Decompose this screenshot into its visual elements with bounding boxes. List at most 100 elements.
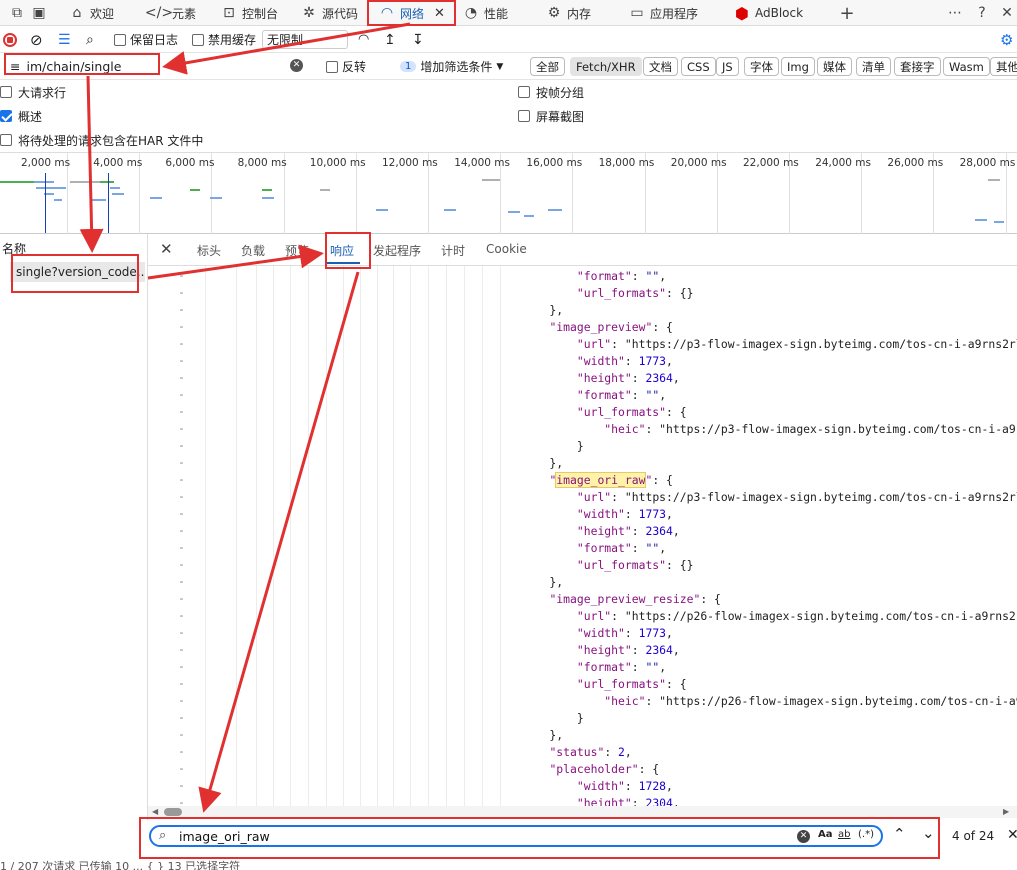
timeline-request-bar xyxy=(262,189,272,191)
timeline-dcl-marker xyxy=(45,173,46,233)
tab-application[interactable]: ▭ 应用程序 xyxy=(628,2,698,24)
preserve-log-checkbox[interactable]: 保留日志 xyxy=(114,30,178,49)
request-list: 名称 single?version_code... xyxy=(0,234,148,820)
tab-performance[interactable]: ◔ 性能 xyxy=(462,2,508,24)
code-line: "format": "", xyxy=(576,660,667,674)
timeline-tick-label: 4,000 ms xyxy=(93,157,143,169)
tab-console[interactable]: ⊡ 控制台 xyxy=(220,2,278,24)
tab-timing[interactable]: 计时 xyxy=(441,242,465,259)
network-toolbar: ⊘ ☰ ⌕ 保留日志 禁用缓存 无限制 ◠ ↥ ↧ ⚙ xyxy=(0,26,1017,53)
toggle-device-icon[interactable]: ⧉ xyxy=(8,2,26,24)
timeline-request-bar xyxy=(210,197,222,199)
more-menu-icon[interactable]: ⋯ xyxy=(946,2,964,24)
settings-gear-icon[interactable]: ⚙ xyxy=(1000,30,1013,49)
line-marker: - xyxy=(178,795,185,806)
code-line: "format": "", xyxy=(576,269,667,283)
filter-type-doc[interactable]: 文档 xyxy=(643,57,678,76)
timeline-request-bar xyxy=(112,193,124,195)
timeline-request-bar xyxy=(190,189,200,191)
scrollbar-thumb[interactable] xyxy=(164,808,182,816)
code-line: "height": 2364, xyxy=(576,643,680,657)
line-marker: - xyxy=(178,761,185,775)
throttle-select[interactable]: 无限制 xyxy=(262,30,348,49)
tab-payload[interactable]: 负载 xyxy=(241,242,265,259)
response-code-view[interactable]: - "format": "", - "url_formats": {} - }, - … xyxy=(148,266,1017,806)
tab-sources[interactable]: ✲ 源代码 xyxy=(300,2,358,24)
timeline-request-bar xyxy=(508,211,520,213)
code-gutter-guide xyxy=(393,266,394,806)
line-marker: - xyxy=(178,506,185,520)
add-tab-button[interactable]: + xyxy=(838,2,856,24)
disable-cache-checkbox[interactable]: 禁用缓存 xyxy=(192,30,256,49)
large-rows-checkbox[interactable]: 大请求行 xyxy=(0,82,66,102)
network-overview-timeline[interactable]: 2,000 ms 4,000 ms 6,000 ms 8,000 ms 10,000 m… xyxy=(0,152,1017,235)
overview-checkbox[interactable]: 概述 xyxy=(0,106,42,126)
code-line: }, xyxy=(522,575,564,589)
line-marker: - xyxy=(178,455,185,469)
search-icon[interactable]: ⌕ xyxy=(86,30,94,49)
timeline-request-bar xyxy=(975,219,987,221)
tab-headers[interactable]: 标头 xyxy=(197,242,221,259)
close-detail-icon[interactable]: ✕ xyxy=(160,240,173,258)
code-gutter-guide xyxy=(500,266,501,806)
invert-checkbox[interactable]: 反转 xyxy=(326,57,366,76)
bug-icon: ✲ xyxy=(303,5,315,21)
filter-type-socket[interactable]: 套接字 xyxy=(894,57,941,76)
line-marker: - xyxy=(178,778,185,792)
line-marker: - xyxy=(178,659,185,673)
filter-type-css[interactable]: CSS xyxy=(681,57,716,76)
filter-type-fetch-xhr[interactable]: Fetch/XHR xyxy=(570,57,642,76)
tab-welcome[interactable]: ⌂ 欢迎 xyxy=(68,2,114,24)
filter-type-other[interactable]: 其他 xyxy=(990,57,1017,76)
screenshots-checkbox[interactable]: 屏幕截图 xyxy=(518,106,584,126)
tab-initiator[interactable]: 发起程序 xyxy=(373,242,421,259)
timeline-request-bar xyxy=(70,181,100,183)
tab-cookies[interactable]: Cookie xyxy=(486,242,527,256)
filter-icon[interactable]: ☰ xyxy=(58,30,71,49)
code-gutter-guide xyxy=(205,266,206,806)
timeline-load-marker xyxy=(108,173,109,233)
timeline-request-bar xyxy=(320,189,330,191)
group-by-frame-checkbox[interactable]: 按帧分组 xyxy=(518,82,584,102)
filter-type-font[interactable]: 字体 xyxy=(744,57,779,76)
timeline-request-bar xyxy=(150,197,162,199)
filter-type-all[interactable]: 全部 xyxy=(530,57,565,76)
filter-type-manifest[interactable]: 清单 xyxy=(856,57,891,76)
filter-count-badge: 1 xyxy=(400,61,417,72)
tab-adblock[interactable]: ⬢ AdBlock xyxy=(733,2,803,24)
timeline-request-bar xyxy=(34,181,54,183)
filter-type-media[interactable]: 媒体 xyxy=(817,57,852,76)
app-icon: ▭ xyxy=(630,5,644,21)
code-line: "heic": "https://p26-flow-imagex-sign.by… xyxy=(604,694,1017,708)
clear-button[interactable]: ⊘ xyxy=(30,30,43,49)
upload-icon[interactable]: ↥ xyxy=(384,30,396,49)
help-icon[interactable]: ? xyxy=(973,2,991,24)
filter-type-img[interactable]: Img xyxy=(781,57,815,76)
code-line: }, xyxy=(522,728,564,742)
clear-filter-icon[interactable]: ✕ xyxy=(290,59,303,72)
home-icon: ⌂ xyxy=(72,5,82,21)
code-line: "height": 2364, xyxy=(576,371,680,385)
code-line: "url": "https://p3-flow-imagex-sign.byte… xyxy=(576,337,1017,351)
timeline-request-bar xyxy=(0,181,34,183)
download-icon[interactable]: ↧ xyxy=(412,30,424,49)
more-filters-dropdown[interactable]: 1 增加筛选条件 ▼ xyxy=(400,57,503,76)
code-line: "width": 1773, xyxy=(576,507,673,521)
memory-icon: ⚙ xyxy=(547,5,561,21)
code-line: }, xyxy=(522,303,564,317)
code-line: "heic": "https://p3-flow-imagex-sign.byt… xyxy=(604,422,1017,436)
network-conditions-icon[interactable]: ◠ xyxy=(358,30,369,49)
filter-type-js[interactable]: JS xyxy=(716,57,739,76)
tab-elements[interactable]: </> 元素 xyxy=(145,2,196,24)
line-marker: - xyxy=(178,710,185,724)
tab-memory[interactable]: ⚙ 内存 xyxy=(545,2,591,24)
filter-type-wasm[interactable]: Wasm xyxy=(943,57,990,76)
line-marker: - xyxy=(178,387,185,401)
record-button[interactable] xyxy=(3,30,17,49)
har-checkbox[interactable]: 将待处理的请求包含在HAR 文件中 xyxy=(0,130,203,150)
timeline-tick-label: 20,000 ms xyxy=(670,157,727,169)
close-search-icon[interactable]: ✕ xyxy=(1007,827,1017,843)
inspect-icon[interactable]: ▣ xyxy=(30,2,48,24)
tab-preview[interactable]: 预览 xyxy=(285,242,309,259)
close-devtools-icon[interactable]: ✕ xyxy=(998,2,1016,24)
